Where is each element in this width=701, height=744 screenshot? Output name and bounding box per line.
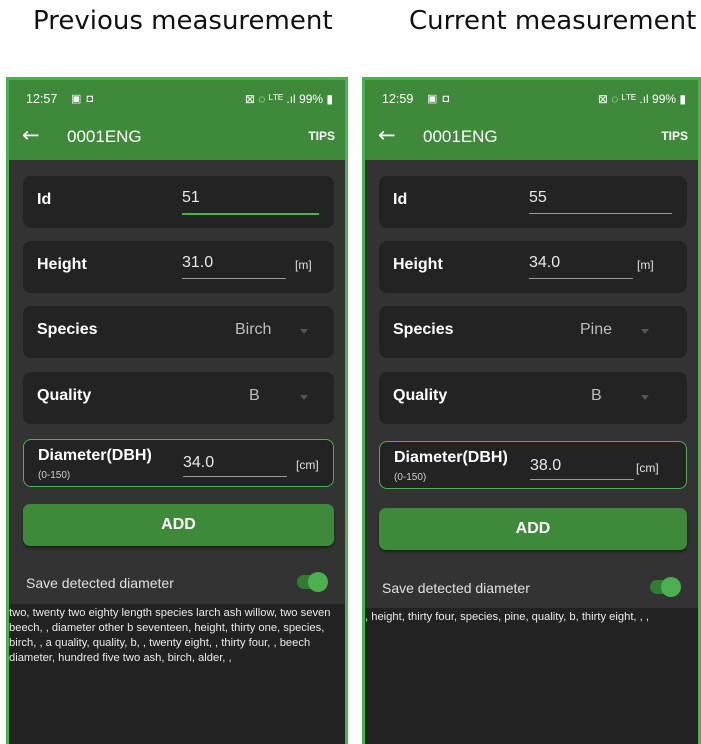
notification-icons: ▣ ◘ <box>71 93 95 105</box>
toolbar: ← 0001ENG TIPS <box>378 123 688 149</box>
id-input[interactable]: 51 <box>182 189 200 207</box>
diameter-input-underline <box>530 479 634 480</box>
height-input-underline <box>182 278 286 279</box>
back-arrow-icon[interactable]: ← <box>22 123 40 147</box>
tips-button[interactable]: TIPS <box>661 129 688 143</box>
id-input-underline <box>529 213 672 214</box>
system-status-icons: ⊠ ◌ ᴸᵀᴱ .ıl 99% ▮ <box>244 92 333 106</box>
species-label: Species <box>393 321 454 338</box>
quality-dropdown[interactable]: Quality B <box>23 372 334 424</box>
quality-dropdown[interactable]: Quality B <box>379 372 687 424</box>
app-bar: 12:57 ▣ ◘ ⊠ ◌ ᴸᵀᴱ .ıl 99% ▮ ← 0001ENG TI… <box>9 80 345 160</box>
chevron-down-icon[interactable] <box>641 395 649 400</box>
chevron-down-icon[interactable] <box>300 395 308 400</box>
height-input[interactable]: 31.0 <box>182 254 213 272</box>
current-phone-screen: 12:59 ▣ ◘ ⊠ ◌ ᴸᵀᴱ .ıl 99% ▮ ← 0001ENG TI… <box>362 77 701 744</box>
species-dropdown[interactable]: Species Pine <box>379 306 687 358</box>
height-unit: [m] <box>637 258 654 272</box>
diameter-range-hint: (0-150) <box>38 470 71 481</box>
previous-phone-screen: 12:57 ▣ ◘ ⊠ ◌ ᴸᵀᴱ .ıl 99% ▮ ← 0001ENG TI… <box>6 77 348 744</box>
diameter-input[interactable]: 38.0 <box>530 457 561 475</box>
quality-selected-value[interactable]: B <box>591 387 602 405</box>
species-dropdown[interactable]: Species Birch <box>23 306 334 358</box>
screen-title: 0001ENG <box>67 127 142 146</box>
id-field[interactable]: Id 51 <box>23 176 334 228</box>
height-label: Height <box>37 256 87 273</box>
speech-transcript: two, twenty two eighty length species la… <box>9 604 345 744</box>
back-arrow-icon[interactable]: ← <box>378 123 396 147</box>
current-measurement-heading: Current measurement <box>409 6 697 36</box>
toggle-knob <box>661 577 681 597</box>
previous-measurement-heading: Previous measurement <box>33 6 333 36</box>
quality-label: Quality <box>37 387 92 404</box>
save-detected-diameter-row: Save detected diameter <box>26 572 331 596</box>
system-status-icons: ⊠ ◌ ᴸᵀᴱ .ıl 99% ▮ <box>597 92 686 106</box>
diameter-field[interactable]: Diameter(DBH) (0-150) 34.0 [cm] <box>23 439 334 487</box>
save-detected-diameter-row: Save detected diameter <box>382 577 684 601</box>
save-detected-diameter-toggle[interactable] <box>297 572 328 592</box>
diameter-unit: [cm] <box>296 458 319 472</box>
quality-selected-value[interactable]: B <box>249 387 260 405</box>
height-unit: [m] <box>295 258 312 272</box>
status-time: 12:57 <box>26 92 58 106</box>
id-field[interactable]: Id 55 <box>379 176 687 228</box>
status-bar: 12:59 ▣ ◘ ⊠ ◌ ᴸᵀᴱ .ıl 99% ▮ <box>382 90 686 110</box>
save-detected-diameter-label: Save detected diameter <box>382 580 530 596</box>
add-button[interactable]: ADD <box>23 504 334 546</box>
add-button[interactable]: ADD <box>379 508 687 550</box>
diameter-label: Diameter(DBH) <box>394 449 508 466</box>
species-selected-value[interactable]: Pine <box>580 321 612 339</box>
save-detected-diameter-toggle[interactable] <box>650 577 681 597</box>
id-label: Id <box>393 191 408 208</box>
toolbar: ← 0001ENG TIPS <box>22 123 335 149</box>
notification-icons: ▣ ◘ <box>427 93 451 105</box>
id-label: Id <box>37 191 52 208</box>
status-bar: 12:57 ▣ ◘ ⊠ ◌ ᴸᵀᴱ .ıl 99% ▮ <box>26 90 333 110</box>
diameter-input[interactable]: 34.0 <box>183 454 214 472</box>
species-selected-value[interactable]: Birch <box>235 321 271 339</box>
height-input[interactable]: 34.0 <box>529 254 560 272</box>
toggle-knob <box>308 572 328 592</box>
quality-label: Quality <box>393 387 448 404</box>
app-bar: 12:59 ▣ ◘ ⊠ ◌ ᴸᵀᴱ .ıl 99% ▮ ← 0001ENG TI… <box>365 80 698 160</box>
diameter-label: Diameter(DBH) <box>38 447 152 464</box>
save-detected-diameter-label: Save detected diameter <box>26 575 174 591</box>
diameter-input-underline <box>183 476 287 477</box>
height-input-underline <box>529 278 633 279</box>
diameter-unit: [cm] <box>636 461 659 475</box>
diameter-field[interactable]: Diameter(DBH) (0-150) 38.0 [cm] <box>379 441 687 489</box>
species-label: Species <box>37 321 98 338</box>
height-label: Height <box>393 256 443 273</box>
height-field[interactable]: Height 34.0 [m] <box>379 241 687 293</box>
status-time: 12:59 <box>382 92 414 106</box>
chevron-down-icon[interactable] <box>300 329 308 334</box>
id-input-underline <box>182 213 319 215</box>
screen-title: 0001ENG <box>423 127 498 146</box>
id-input[interactable]: 55 <box>529 189 547 207</box>
chevron-down-icon[interactable] <box>641 329 649 334</box>
speech-transcript: , height, thirty four, species, pine, qu… <box>365 608 698 744</box>
tips-button[interactable]: TIPS <box>308 129 335 143</box>
diameter-range-hint: (0-150) <box>394 472 427 483</box>
height-field[interactable]: Height 31.0 [m] <box>23 241 334 293</box>
